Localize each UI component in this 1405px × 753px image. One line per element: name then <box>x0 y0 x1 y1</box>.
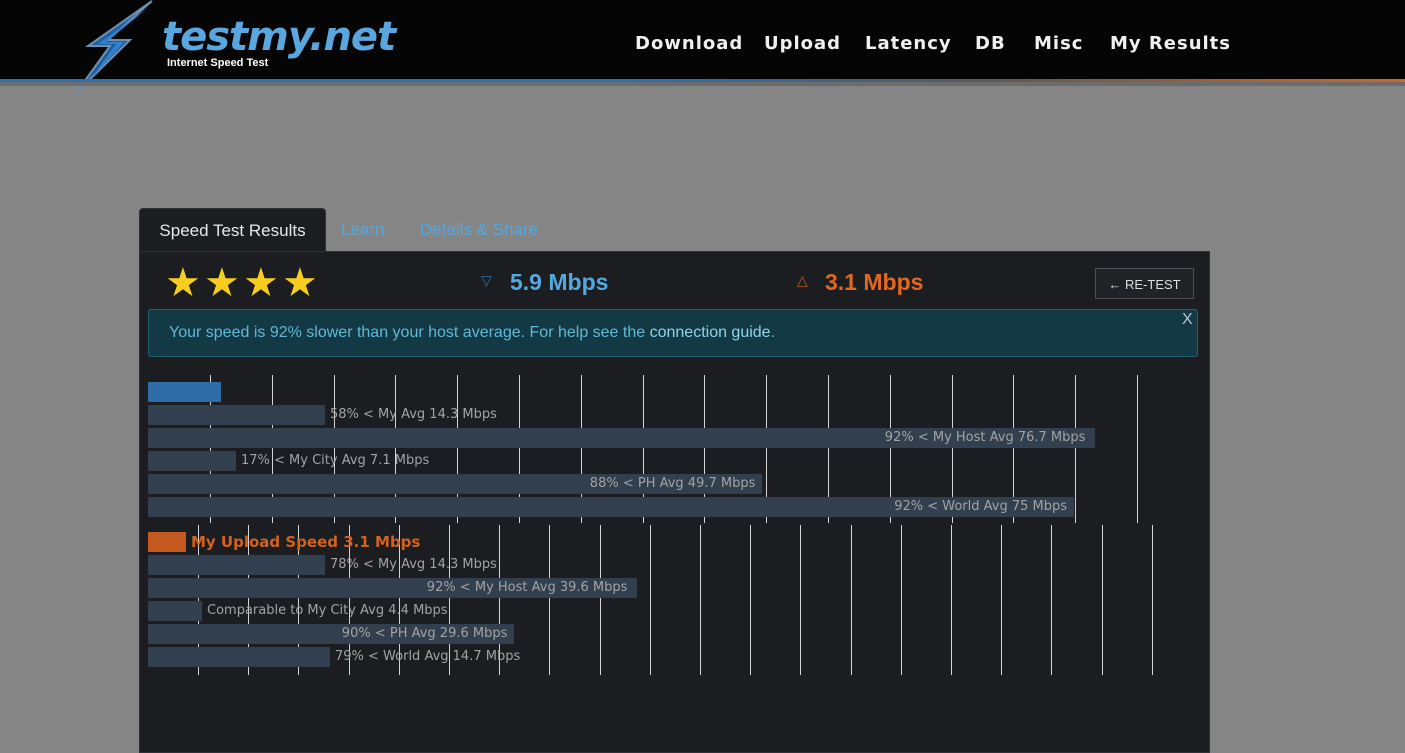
comparison-bar-label: Comparable to My City Avg 4.4 Mbps <box>207 603 448 618</box>
upload-arrow-icon: △ <box>797 272 808 288</box>
upload-speed-label: My Upload Speed 3.1 Mbps <box>191 533 421 551</box>
nav-my-results[interactable]: My Results <box>1110 33 1231 54</box>
comparison-bar-label: 78% < My Avg 14.3 Mbps <box>330 557 497 572</box>
nav-latency[interactable]: Latency <box>865 33 952 54</box>
retest-button[interactable]: ← RE-TEST <box>1095 268 1194 299</box>
comparison-bar-label: 88% < PH Avg 49.7 Mbps <box>589 476 756 491</box>
comparison-bar-label: 58% < My Avg 14.3 Mbps <box>330 407 497 422</box>
star-icon: ★ <box>282 261 318 305</box>
connection-guide-link[interactable]: connection guide <box>650 324 771 341</box>
comparison-bar-label: 17% < My City Avg 7.1 Mbps <box>241 453 430 468</box>
star-icon: ★ <box>165 261 201 305</box>
tab-learn[interactable]: Learn <box>341 208 384 251</box>
nav-upload[interactable]: Upload <box>764 33 841 54</box>
star-icon: ★ <box>243 261 279 305</box>
upload-speed-bar <box>148 532 186 552</box>
header-shadow <box>0 82 1405 86</box>
comparison-bar <box>148 405 325 425</box>
chart-grid-line <box>901 525 902 675</box>
chart-grid-line <box>1051 525 1052 675</box>
chart-grid-line <box>800 525 801 675</box>
comparison-bar <box>148 647 330 667</box>
comparison-bar <box>148 555 325 575</box>
site-tagline: Internet Speed Test <box>167 57 269 69</box>
chart-grid-line <box>600 525 601 675</box>
chart-grid-line <box>1001 525 1002 675</box>
chart-grid-line <box>750 525 751 675</box>
comparison-bar-label: 92% < My Host Avg 39.6 Mbps <box>426 580 628 595</box>
download-speed-bar <box>148 382 221 402</box>
chart-grid-line <box>1137 375 1138 523</box>
main-nav: Download Upload Latency DB Misc My Resul… <box>0 33 1405 57</box>
chart-grid-line <box>951 525 952 675</box>
chart-grid-line <box>650 525 651 675</box>
nav-download[interactable]: Download <box>635 33 743 54</box>
nav-misc[interactable]: Misc <box>1034 33 1083 54</box>
comparison-bar <box>148 601 202 621</box>
close-alert-button[interactable]: X <box>1182 311 1193 329</box>
download-arrow-icon: ▽ <box>481 272 492 288</box>
comparison-bar-label: 92% < My Host Avg 76.7 Mbps <box>884 430 1086 445</box>
nav-db[interactable]: DB <box>975 33 1006 54</box>
star-icon: ★ <box>204 261 240 305</box>
chart-grid-line <box>1102 525 1103 675</box>
chart-grid-line <box>1152 525 1153 675</box>
download-speed: 5.9 Mbps <box>510 269 609 295</box>
comparison-bar <box>148 451 236 471</box>
chart-grid-line <box>1075 375 1076 523</box>
tab-speed-test-results[interactable]: Speed Test Results <box>139 208 326 252</box>
tab-details-share[interactable]: Details & Share <box>420 208 538 251</box>
speed-alert: Your speed is 92% slower than your host … <box>148 309 1198 357</box>
alert-suffix: . <box>770 324 776 341</box>
comparison-bar-label: 79% < World Avg 14.7 Mbps <box>335 649 521 664</box>
alert-text: Your speed is 92% slower than your host … <box>169 324 650 341</box>
comparison-bar-label: 90% < PH Avg 29.6 Mbps <box>341 626 508 641</box>
chart-grid-line <box>851 525 852 675</box>
chart-grid-line <box>549 525 550 675</box>
comparison-bar-label: 92% < World Avg 75 Mbps <box>894 499 1068 514</box>
site-header: testmy.net Internet Speed Test Download … <box>0 0 1405 94</box>
alert-message: Your speed is 92% slower than your host … <box>169 310 775 356</box>
upload-speed: 3.1 Mbps <box>825 269 924 295</box>
chart-grid-line <box>700 525 701 675</box>
